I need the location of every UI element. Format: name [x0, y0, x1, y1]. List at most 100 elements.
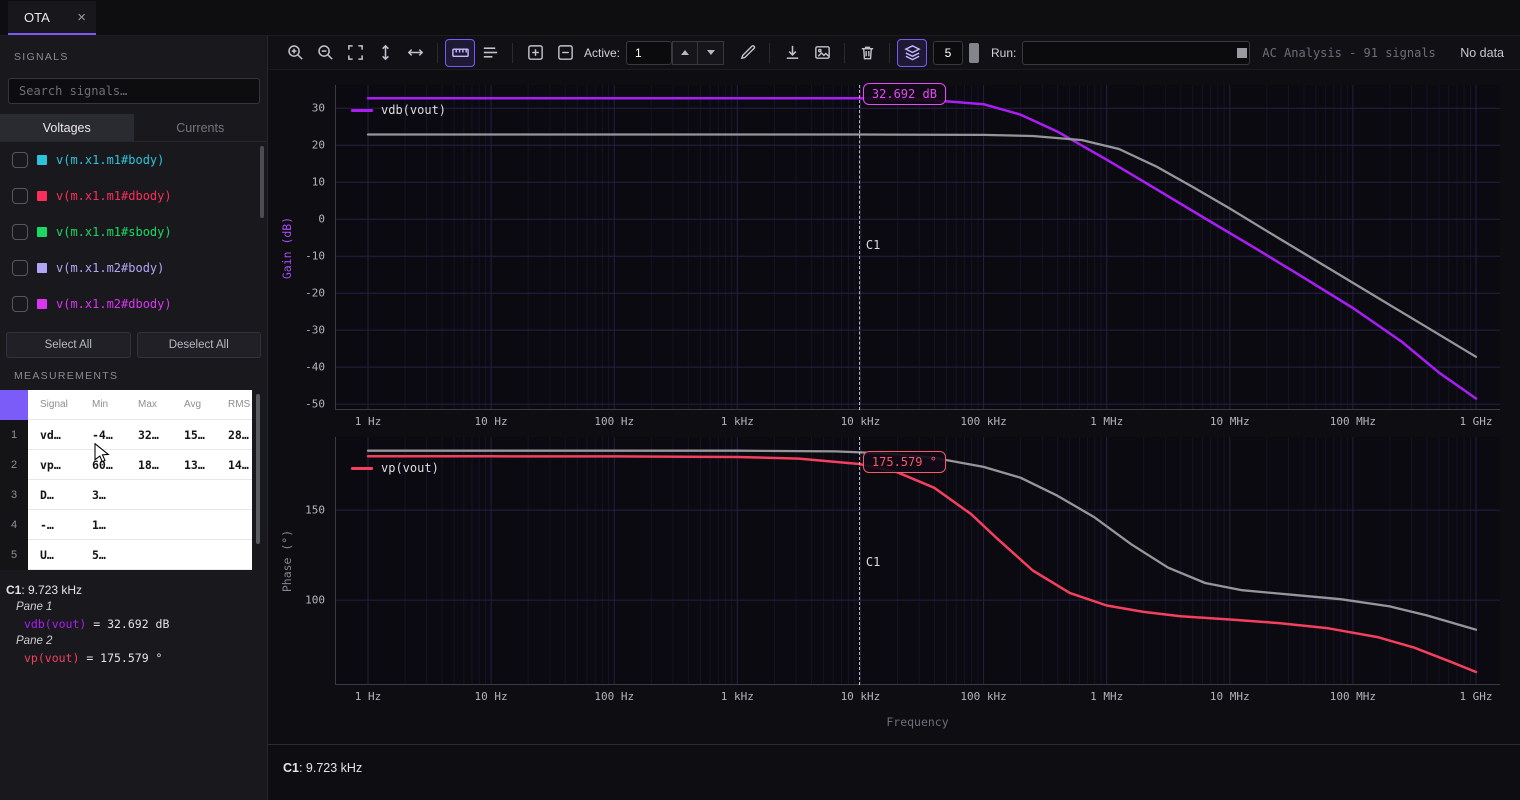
zoom-fit-icon — [346, 43, 365, 62]
pane1-value: = 32.692 dB — [86, 617, 169, 631]
download-button[interactable] — [777, 39, 807, 67]
signal-checkbox[interactable] — [12, 224, 28, 240]
cursor-line[interactable]: 32.692 dB C1 — [859, 85, 860, 410]
pane1-label: Pane 1 — [6, 599, 263, 616]
column-header[interactable]: Max — [126, 390, 172, 419]
list-item[interactable]: v(m.x1.m2#sbody) — [0, 322, 267, 330]
signal-checkbox[interactable] — [12, 188, 28, 204]
tab-currents[interactable]: Currents — [134, 114, 268, 141]
pencil-icon — [738, 43, 757, 62]
signal-list-scrollbar[interactable] — [260, 146, 264, 218]
x-tick-label: 1 kHz — [721, 415, 754, 428]
tab-ota[interactable]: OTA × — [8, 1, 96, 35]
zoom-out-button[interactable] — [310, 39, 340, 67]
signal-label: v(m.x1.m1#sbody) — [56, 225, 172, 239]
status-cursor-value: : 9.723 kHz — [299, 761, 362, 775]
x-tick-label: 100 Hz — [594, 690, 634, 703]
column-header[interactable]: RMS — [216, 390, 252, 419]
fit-vertical-button[interactable] — [370, 39, 400, 67]
y-tick-label: -30 — [305, 324, 325, 337]
ruler-icon — [451, 43, 470, 62]
list-item[interactable]: v(m.x1.m1#dbody) — [0, 178, 267, 214]
plot-area[interactable] — [335, 437, 1500, 685]
edit-button[interactable] — [732, 39, 762, 67]
measurements-table: Signal Min Max Avg RMS 1 vd… -4… 32… 15…… — [0, 390, 252, 570]
cursor-frequency: : 9.723 kHz — [21, 583, 82, 597]
add-pane-button[interactable] — [520, 39, 550, 67]
cursor-line[interactable]: 175.579 ° C1 — [859, 437, 860, 685]
signal-label: v(m.x1.m1#body) — [56, 153, 164, 167]
no-data-text: No data — [1460, 46, 1504, 60]
column-header[interactable]: Avg — [172, 390, 216, 419]
cell: 18… — [126, 450, 172, 479]
column-header[interactable]: Signal — [28, 390, 80, 419]
active-pane-input[interactable] — [626, 41, 672, 65]
y-axis-labels: 150100 — [271, 437, 329, 685]
cell — [216, 480, 252, 509]
layers-count[interactable]: 5 — [933, 41, 963, 65]
deselect-all-button[interactable]: Deselect All — [137, 332, 262, 358]
align-lines-icon — [481, 43, 500, 62]
x-tick-label: 100 MHz — [1330, 690, 1376, 703]
layers-button[interactable] — [897, 39, 927, 67]
sidebar: SIGNALS Voltages Currents v(m.x1.m1#body… — [0, 36, 268, 800]
export-image-button[interactable] — [807, 39, 837, 67]
active-pane-down-button[interactable] — [698, 41, 724, 65]
table-row[interactable]: 1 vd… -4… 32… 15… 28… — [0, 420, 252, 450]
pane2-label: Pane 2 — [6, 633, 263, 650]
cell: D… — [28, 480, 80, 509]
zoom-in-button[interactable] — [280, 39, 310, 67]
signal-label: v(m.x1.m2#body) — [56, 261, 164, 275]
chevron-up-icon — [681, 50, 689, 55]
run-input[interactable] — [1022, 41, 1250, 65]
legend-button[interactable] — [475, 39, 505, 67]
signal-checkbox[interactable] — [12, 296, 28, 312]
signal-color-swatch — [37, 299, 47, 309]
y-tick-label: -20 — [305, 287, 325, 300]
status-bar: C1: 9.723 kHz — [268, 744, 1520, 800]
row-number: 5 — [0, 540, 28, 570]
run-input-handle[interactable] — [1237, 48, 1247, 58]
legend: vp(vout) — [351, 461, 439, 475]
measurements-scrollbar[interactable] — [256, 394, 260, 544]
list-item[interactable]: v(m.x1.m1#body) — [0, 142, 267, 178]
cursor-readout: C1: 9.723 kHz Pane 1 vdb(vout) = 32.692 … — [6, 582, 263, 667]
cursor-measure-button[interactable] — [445, 39, 475, 67]
active-pane-up-button[interactable] — [672, 41, 698, 65]
select-all-button[interactable]: Select All — [6, 332, 131, 358]
table-row[interactable]: 3 D… 3… — [0, 480, 252, 510]
mouse-cursor — [94, 443, 112, 468]
fit-horizontal-button[interactable] — [400, 39, 430, 67]
close-icon[interactable]: × — [77, 10, 86, 25]
search-input[interactable] — [8, 78, 260, 104]
list-item[interactable]: v(m.x1.m1#sbody) — [0, 214, 267, 250]
tab-voltages[interactable]: Voltages — [0, 114, 134, 141]
list-item[interactable]: v(m.x1.m2#body) — [0, 250, 267, 286]
remove-pane-button[interactable] — [550, 39, 580, 67]
measurement-color-header — [0, 390, 28, 420]
signal-checkbox[interactable] — [12, 260, 28, 276]
table-row[interactable]: 5 U… 5… — [0, 540, 252, 570]
list-item[interactable]: v(m.x1.m2#dbody) — [0, 286, 267, 322]
cursor-frequency-line: C1: 9.723 kHz — [6, 582, 263, 599]
toolbar-separator — [512, 43, 513, 63]
zoom-fit-button[interactable] — [340, 39, 370, 67]
delete-button[interactable] — [852, 39, 882, 67]
signal-checkbox[interactable] — [12, 152, 28, 168]
active-pane-label: Active: — [584, 46, 620, 60]
column-header[interactable]: Min — [80, 390, 126, 419]
analysis-status-text: AC Analysis - 91 signals — [1262, 46, 1435, 60]
plot-area[interactable] — [335, 85, 1500, 410]
status-cursor-text: C1: 9.723 kHz — [283, 761, 362, 775]
legend-swatch — [351, 467, 373, 470]
cell: vp… — [28, 450, 80, 479]
cell: 32… — [126, 420, 172, 449]
table-row[interactable]: 2 vp… 60… 18… 13… 14… — [0, 450, 252, 480]
toolbar-separator — [437, 43, 438, 63]
cell: 3… — [80, 480, 126, 509]
run-label: Run: — [991, 46, 1016, 60]
row-number: 3 — [0, 480, 28, 510]
slider-handle[interactable] — [969, 43, 979, 63]
table-row[interactable]: 4 -… 1… — [0, 510, 252, 540]
app-window: OTA × SIGNALS Voltages Currents v(m.x1.m… — [0, 0, 1520, 800]
